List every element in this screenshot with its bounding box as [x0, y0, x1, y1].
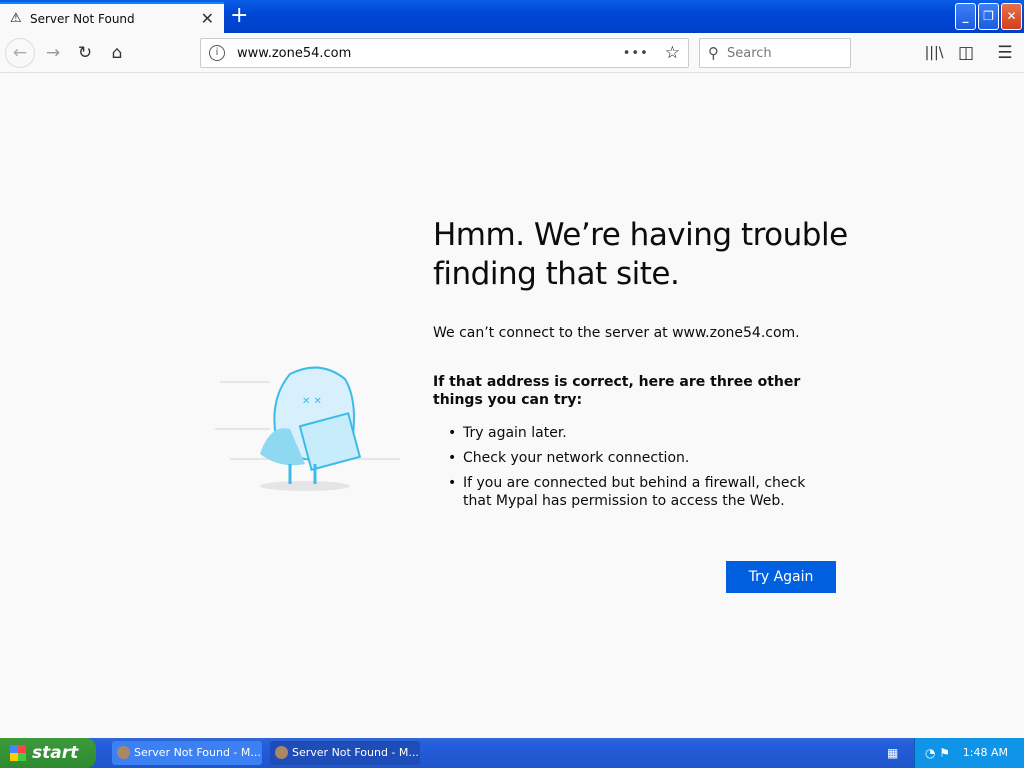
app-icon	[117, 746, 130, 759]
new-tab-button[interactable]: +	[230, 4, 248, 28]
task-label: Server Not Found - M...	[134, 746, 261, 759]
suggestion-list: Try again later. Check your network conn…	[448, 424, 838, 517]
error-page: ✕ ✕ Hmm. We’re having trouble finding th…	[0, 74, 1024, 738]
page-actions-icon[interactable]: •••	[623, 46, 649, 61]
reload-button[interactable]: ↻	[71, 39, 99, 67]
nav-toolbar: ← → ↻ ⌂ i www.zone54.com ••• ☆ ⚲ Search …	[0, 33, 1024, 73]
library-icon[interactable]: |||\	[920, 39, 948, 67]
windows-logo-icon	[10, 745, 26, 761]
svg-text:✕ ✕: ✕ ✕	[302, 396, 322, 407]
keyboard-icon[interactable]: ▦	[887, 746, 898, 760]
tab-title: Server Not Found	[30, 11, 135, 26]
info-icon[interactable]: i	[209, 45, 225, 61]
task-label: Server Not Found - M...	[292, 746, 419, 759]
search-icon: ⚲	[708, 44, 719, 62]
system-tray: ◔ ⚑ 1:48 AM	[914, 738, 1024, 768]
try-again-button[interactable]: Try Again	[726, 561, 836, 593]
url-bar[interactable]: i www.zone54.com ••• ☆	[200, 38, 689, 68]
title-bar: ⚠ Server Not Found ✕ + _ ❐ ✕	[0, 0, 1024, 33]
minimize-button[interactable]: _	[955, 3, 976, 30]
start-label: start	[32, 743, 79, 763]
suggestion-item: Check your network connection.	[448, 449, 838, 467]
close-tab-icon[interactable]: ✕	[201, 9, 214, 28]
back-button[interactable]: ←	[5, 38, 35, 68]
clock: 1:48 AM	[962, 746, 1008, 759]
suggestion-item: If you are connected but behind a firewa…	[448, 474, 838, 510]
restore-button[interactable]: ❐	[978, 3, 999, 30]
taskbar-item-active[interactable]: Server Not Found - M...	[270, 741, 420, 765]
warning-icon: ⚠	[10, 11, 22, 26]
bookmark-star-icon[interactable]: ☆	[665, 43, 680, 63]
menu-icon[interactable]: ☰	[991, 39, 1019, 67]
suggestion-item: Try again later.	[448, 424, 838, 442]
home-button[interactable]: ⌂	[103, 39, 131, 67]
taskbar: start Server Not Found - M... Server Not…	[0, 738, 1024, 768]
search-placeholder: Search	[727, 45, 772, 61]
error-title: Hmm. We’re having trouble finding that s…	[433, 217, 848, 292]
tray-icons[interactable]: ◔ ⚑	[925, 738, 950, 768]
tab-server-not-found[interactable]: ⚠ Server Not Found ✕	[0, 2, 224, 33]
taskbar-item[interactable]: Server Not Found - M...	[112, 741, 262, 765]
error-illustration: ✕ ✕	[215, 366, 400, 491]
app-icon	[275, 746, 288, 759]
forward-button[interactable]: →	[39, 39, 67, 67]
suggestion-heading: If that address is correct, here are thr…	[433, 374, 801, 408]
close-window-button[interactable]: ✕	[1001, 3, 1022, 30]
url-text[interactable]: www.zone54.com	[237, 46, 623, 61]
sidebar-icon[interactable]: ◫	[952, 39, 980, 67]
error-message: We can’t connect to the server at www.zo…	[433, 325, 800, 341]
start-button[interactable]: start	[0, 738, 96, 768]
search-input[interactable]: ⚲ Search	[699, 38, 851, 68]
